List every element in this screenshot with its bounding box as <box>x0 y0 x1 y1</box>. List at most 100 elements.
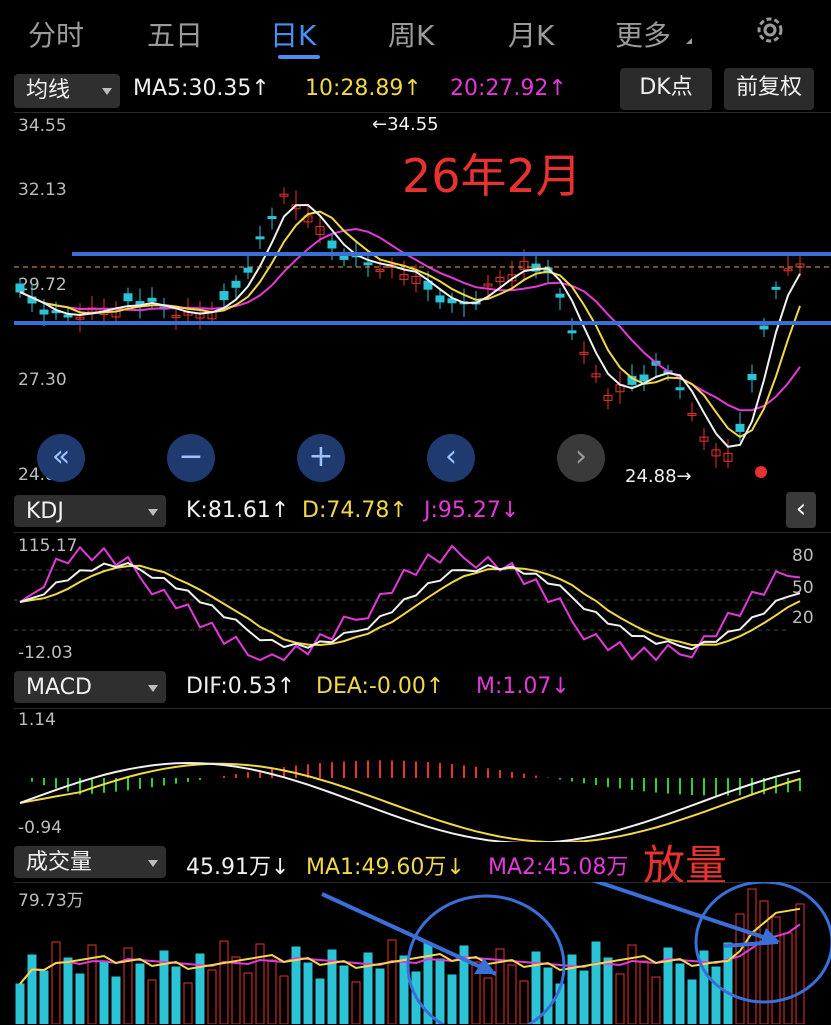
kdj-k-value: K:81.61↑ <box>186 498 289 523</box>
macd-bar <box>595 778 597 785</box>
scroll-left-icon[interactable]: ‹ <box>427 434 475 482</box>
kdj-select-label: KDJ <box>26 499 64 524</box>
candle <box>640 375 648 381</box>
volume-bar <box>304 963 312 1024</box>
volume-bar <box>100 961 108 1024</box>
gear-icon[interactable] <box>752 12 788 48</box>
tab-monthly-k[interactable]: 月K <box>508 14 554 54</box>
macd-bar <box>139 778 141 789</box>
candle <box>772 287 780 289</box>
macd-dea-line <box>20 764 800 842</box>
candle <box>328 241 336 248</box>
ma10-value: 10:28.89↑ <box>305 76 422 101</box>
candle <box>64 315 72 317</box>
kdj-d-value: D:74.78↑ <box>302 498 408 523</box>
volume-select-label: 成交量 <box>26 850 92 875</box>
tab-more[interactable]: 更多 <box>615 14 671 54</box>
macd-chart <box>0 708 831 842</box>
volume-bar <box>436 959 444 1024</box>
scroll-right-icon[interactable]: › <box>557 434 605 482</box>
high-price-label: ←34.55 <box>372 114 439 135</box>
volume-bar <box>688 980 696 1024</box>
ma20-value: 20:27.92↑ <box>450 76 567 101</box>
scroll-far-left-icon[interactable]: « <box>37 434 85 482</box>
macd-bar <box>403 761 405 778</box>
volume-bar <box>352 982 360 1024</box>
macd-bar <box>619 778 621 789</box>
candle <box>16 284 24 292</box>
volume-select[interactable]: 成交量 <box>14 846 166 878</box>
zoom-in-icon[interactable]: + <box>297 434 345 482</box>
tab-intraday[interactable]: 分时 <box>28 14 84 54</box>
macd-bar <box>655 778 657 793</box>
date-note: 26年2月 <box>402 140 582 206</box>
macd-bar <box>499 770 501 778</box>
volume-bar <box>244 973 252 1024</box>
volume-bar <box>724 943 732 1024</box>
zoom-out-icon[interactable]: − <box>167 434 215 482</box>
volume-bar <box>640 961 648 1024</box>
chevron-down-icon <box>148 685 158 692</box>
signal-dot <box>755 466 767 478</box>
chevron-down-icon <box>102 88 112 95</box>
ma5-line <box>20 205 800 447</box>
volume-bar <box>712 967 720 1024</box>
dk-point-button[interactable]: DK点 <box>620 68 712 110</box>
volume-bar <box>268 960 276 1024</box>
ma5-value: MA5:30.35↑ <box>133 76 270 101</box>
macd-bar <box>463 765 465 778</box>
macd-bar <box>523 774 525 778</box>
macd-bar <box>223 776 225 778</box>
macd-bar <box>439 763 441 778</box>
kdj-d-line <box>20 566 800 645</box>
candle <box>244 268 252 272</box>
volume-bar <box>796 904 804 1024</box>
dk-point-label: DK点 <box>639 75 692 100</box>
collapse-panel-icon[interactable]: ‹ <box>786 492 816 528</box>
ma-select[interactable]: 均线 <box>14 74 120 108</box>
tab-daily-k[interactable]: 日K <box>270 14 316 54</box>
macd-bar <box>343 761 345 778</box>
tab-five-day[interactable]: 五日 <box>147 14 203 54</box>
macd-bar <box>751 778 753 795</box>
volume-bar <box>208 970 216 1024</box>
macd-bar <box>739 778 741 795</box>
ma20-line <box>20 229 800 410</box>
candle <box>124 294 132 301</box>
macd-bar <box>667 778 669 794</box>
tab-weekly-k[interactable]: 周K <box>388 14 434 54</box>
macd-bar <box>43 778 45 785</box>
macd-bar <box>319 763 321 778</box>
volume-bar <box>748 889 756 1024</box>
macd-select[interactable]: MACD <box>14 671 166 703</box>
macd-bar <box>199 778 201 780</box>
kdj-select[interactable]: KDJ <box>14 495 166 527</box>
macd-bar <box>295 766 297 778</box>
active-tab-indicator <box>278 55 320 59</box>
volume-bar <box>784 933 792 1024</box>
macd-bar <box>475 767 477 778</box>
volume-ma2-value: MA2:45.08万 <box>488 849 628 881</box>
candle <box>364 263 372 265</box>
volume-bar <box>40 971 48 1024</box>
volume-bar <box>772 917 780 1024</box>
candle <box>748 374 756 379</box>
volume-bar <box>580 971 588 1024</box>
chevron-down-icon <box>148 860 158 867</box>
macd-bar <box>559 778 561 779</box>
chevron-down-icon <box>148 509 158 516</box>
volume-bar <box>340 966 348 1024</box>
volume-bar <box>64 958 72 1024</box>
volume-bar <box>316 979 324 1024</box>
volume-bar <box>136 964 144 1024</box>
volume-bar <box>280 976 288 1024</box>
volume-bar <box>16 984 24 1024</box>
volume-bar <box>604 958 612 1024</box>
candle <box>40 310 48 314</box>
forward-adjust-button[interactable]: 前复权 <box>724 68 814 110</box>
macd-bar <box>787 778 789 792</box>
macd-bar <box>355 761 357 778</box>
volume-value: 45.91万↓ <box>186 849 289 881</box>
macd-bar <box>607 778 609 787</box>
volume-bar <box>676 964 684 1024</box>
